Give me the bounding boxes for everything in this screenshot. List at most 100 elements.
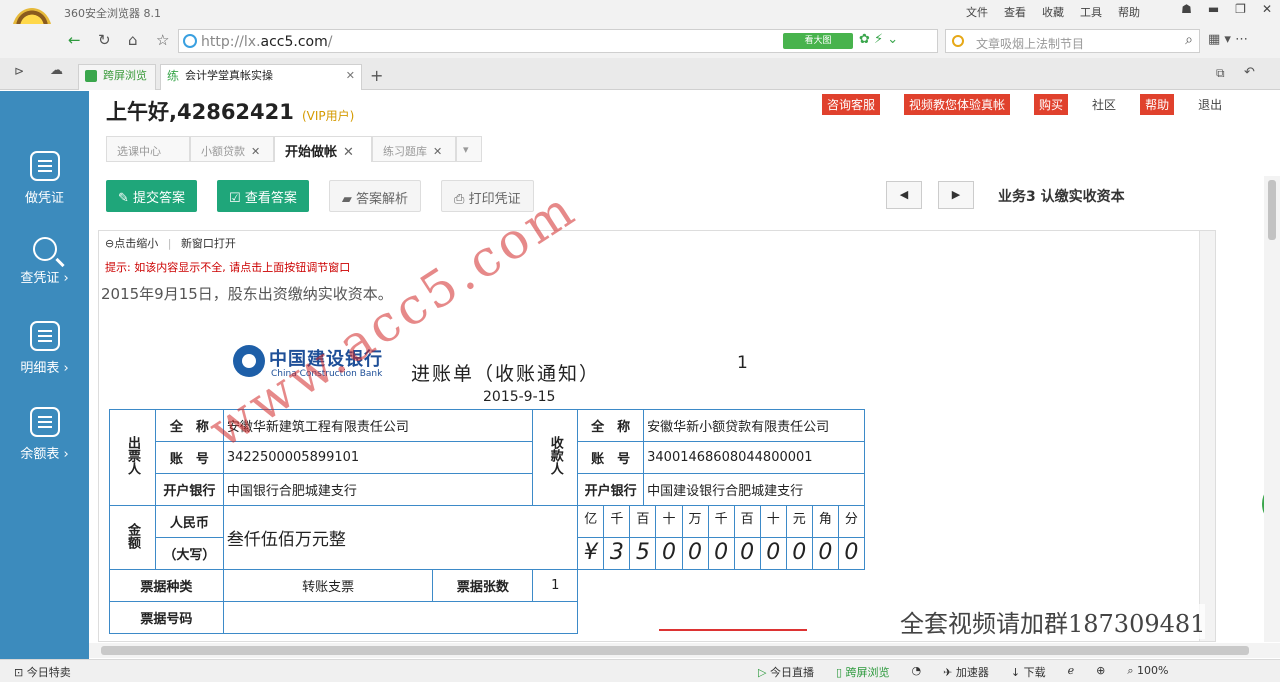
tab-acc5[interactable]: 练 会计学堂真帐实操 ✕ [160, 64, 362, 90]
amount-unit: 亿 [584, 512, 598, 527]
tab-exercise-bank[interactable]: 练习题库 ✕ [372, 136, 456, 162]
today-deals-link[interactable]: ⊡ 今日特卖 [14, 664, 71, 680]
zoom-level[interactable]: ⌕ 100% [1127, 664, 1168, 680]
cloud-icon[interactable]: ☁ [50, 63, 63, 78]
clock-icon[interactable]: ◔ [912, 664, 922, 680]
submit-answer-button[interactable]: ✎ 提交答案 [106, 180, 198, 212]
amount-digit: 0 [707, 538, 734, 569]
sidebar-item-voucher[interactable]: 做凭证 [0, 151, 89, 206]
prev-button[interactable]: ◀ [886, 181, 922, 209]
bigpic-button[interactable]: 看大图 [783, 33, 853, 49]
amount-unit: 万 [681, 506, 708, 537]
amount-units: 亿千百十万千百十元角分 [577, 505, 865, 538]
logout-link[interactable]: 退出 [1198, 96, 1222, 113]
menu-help[interactable]: 帮助 [1110, 4, 1148, 20]
view-answer-button[interactable]: ☑ 查看答案 [217, 180, 309, 212]
refresh-icon[interactable]: ↻ [98, 31, 111, 49]
scrollbar-thumb[interactable] [1268, 180, 1276, 240]
search-box[interactable]: 文章吸烟上法制节目 ⌕ [945, 29, 1200, 53]
maximize-icon[interactable]: ❐ [1235, 2, 1246, 16]
close-icon[interactable]: ✕ [343, 145, 354, 160]
next-button[interactable]: ▶ [938, 181, 974, 209]
help-button[interactable]: 帮助 [1140, 94, 1175, 115]
sidebar-item-query[interactable]: 查凭证 › [0, 237, 89, 286]
ie-icon[interactable]: ℯ [1068, 664, 1075, 680]
tab-course-center[interactable]: 选课中心 [106, 136, 190, 162]
community-link[interactable]: 社区 [1092, 96, 1116, 113]
amount-digit: 0 [681, 538, 708, 569]
consult-button[interactable]: 咨询客服 [822, 94, 881, 115]
menu-favorites[interactable]: 收藏 [1034, 4, 1072, 20]
amount-unit: 元 [785, 506, 812, 537]
close-icon[interactable]: ✕ [1262, 2, 1272, 16]
stamp-area [577, 569, 865, 634]
vip-badge: (VIP用户) [302, 109, 355, 123]
nav-bar: ← ↻ ⌂ ☆ http://lx.acc5.com/ 看大图 ✿ ⚡ ⌄ 文章… [0, 24, 1280, 58]
restore-tab-icon[interactable]: ⧉ [1216, 66, 1225, 81]
slip-date: 2015-9-15 [483, 389, 556, 405]
menu-tools[interactable]: 工具 [1072, 4, 1110, 20]
bank-label: 开户银行 [154, 473, 224, 506]
sidebar-item-ledger[interactable]: 明细表 › [0, 321, 89, 376]
status-bar: ⊡ 今日特卖 ▷ 今日直播 ▯ 跨屏浏览 ◔ ✈ 加速器 ↓ 下载 ℯ ⊕ ⌕ … [0, 659, 1280, 682]
shirt-icon[interactable]: ☗ [1181, 2, 1192, 16]
group-overlay-text: 全套视频请加群187309481 [900, 604, 1206, 639]
amount-digit: 0 [811, 538, 838, 569]
close-icon[interactable]: ✕ [251, 145, 260, 158]
new-tab-icon[interactable]: + [370, 66, 383, 85]
cross-screen-link[interactable]: ▯ 跨屏浏览 [836, 664, 890, 680]
sidebar-toggle-icon[interactable]: ⊳ [14, 64, 24, 78]
accelerator-link[interactable]: ✈ 加速器 [943, 664, 989, 680]
tab-cross-screen[interactable]: 跨屏浏览 [78, 64, 156, 90]
download-link[interactable]: ↓ 下载 [1011, 664, 1046, 680]
apps-icon[interactable]: ▦ ▾ ⋯ [1208, 32, 1248, 47]
print-icon: ⎙ [454, 192, 469, 207]
tab-start-bookkeeping[interactable]: 开始做帐 ✕ [274, 136, 372, 162]
zoom-icon: ⌕ [1127, 664, 1137, 677]
back-icon[interactable]: ← [68, 31, 81, 49]
close-icon[interactable]: ✕ [433, 145, 442, 158]
search-icon[interactable]: ⌕ [1185, 32, 1193, 48]
globe-icon[interactable]: ⊕ [1096, 664, 1105, 680]
star-icon[interactable]: ☆ [156, 31, 169, 49]
menu-view[interactable]: 查看 [996, 4, 1034, 20]
page-horizontal-scrollbar[interactable] [89, 643, 1280, 658]
search-engine-icon[interactable] [952, 35, 964, 47]
buy-button[interactable]: 购买 [1034, 94, 1069, 115]
sidebar-label: 明细表 › [20, 361, 69, 376]
frame-hint: 提示: 如该内容显示不全, 请点击上面按钮调节窗口 [105, 261, 351, 274]
task-description: 2015年9月15日，股东出资缴纳实收资本。 [101, 285, 393, 303]
menu-file[interactable]: 文件 [958, 4, 996, 20]
type-value: 转账支票 [222, 569, 434, 602]
list-icon [29, 321, 60, 351]
tabs-dropdown[interactable]: ▾ [456, 136, 482, 162]
download-icon: ↓ [1010, 666, 1024, 679]
home-icon[interactable]: ⌂ [128, 31, 138, 49]
amount-unit: 千 [603, 506, 629, 537]
tab-micro-loan[interactable]: 小额贷款 ✕ [190, 136, 274, 162]
address-bar[interactable]: http://lx.acc5.com/ 看大图 ✿ ⚡ ⌄ [178, 29, 938, 53]
zoom-out-link[interactable]: ⊖点击缩小 [105, 237, 158, 250]
number-label: 票据号码 [109, 601, 224, 634]
amount-digit: ¥ [583, 540, 598, 565]
amount-digit: 5 [629, 538, 655, 569]
amount-digit: 0 [759, 538, 786, 569]
amount-digit: 0 [733, 538, 760, 569]
scrollbar-thumb[interactable] [101, 646, 1249, 655]
account-label: 账 号 [154, 441, 224, 474]
url-text[interactable]: http://lx.acc5.com/ [201, 34, 332, 50]
search-input[interactable]: 文章吸烟上法制节目 [976, 35, 1084, 52]
close-tab-icon[interactable]: ✕ [346, 65, 355, 87]
minimize-icon[interactable]: ▬ [1208, 2, 1219, 16]
payer-bank: 中国银行合肥城建支行 [222, 473, 534, 506]
speed-icon[interactable]: ✿ ⚡ ⌄ [859, 32, 898, 47]
frame-scrollbar[interactable] [1199, 231, 1215, 641]
video-button[interactable]: 视频教您体验真帐 [904, 94, 1011, 115]
sidebar-item-balance[interactable]: 余额表 › [0, 407, 89, 462]
undo-icon[interactable]: ↶ [1244, 65, 1255, 80]
answer-analysis-button[interactable]: ▰ 答案解析 [328, 180, 422, 212]
search-icon [32, 237, 57, 261]
live-link[interactable]: ▷ 今日直播 [758, 664, 814, 680]
new-window-link[interactable]: 新窗口打开 [181, 237, 236, 250]
page-vertical-scrollbar[interactable] [1264, 176, 1280, 642]
